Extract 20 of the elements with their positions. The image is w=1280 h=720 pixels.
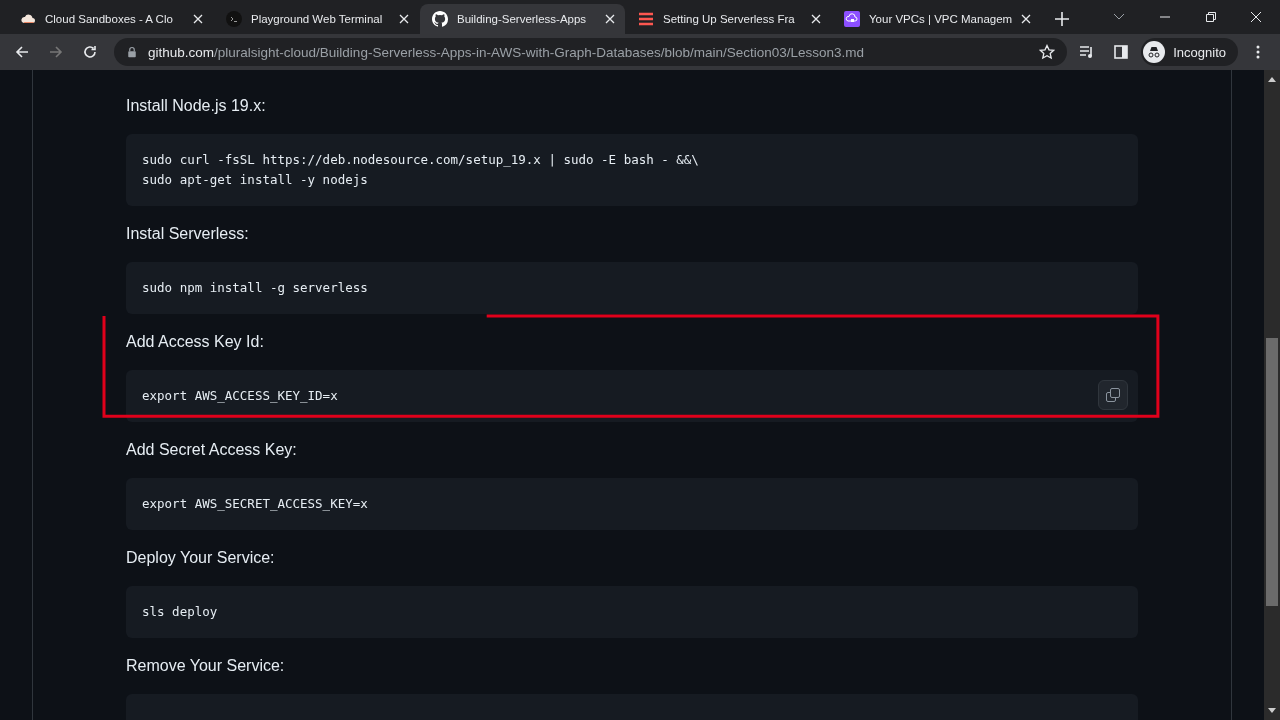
section-heading: Install Node.js 19.x: (126, 96, 267, 116)
browser-tab[interactable]: Your VPCs | VPC Managem (832, 4, 1042, 34)
code-line: sls deploy (142, 603, 218, 621)
profile-button[interactable]: Incognito (1141, 38, 1238, 66)
browser-tab[interactable]: Playground Web Terminal (214, 4, 419, 34)
browser-tab[interactable]: Setting Up Serverless Fra (626, 4, 831, 34)
browser-tab[interactable]: Cloud Sandboxes - A Clo (8, 4, 213, 34)
browser-tab[interactable]: Building-Serverless-Apps (420, 4, 625, 34)
section-heading: Remove Your Service: (126, 656, 286, 676)
code-line: export AWS_ACCESS_KEY_ID=x (142, 387, 338, 405)
address-field[interactable]: github.com/pluralsight-cloud/Building-Serverless-Apps-in-AWS-with-Graph-Databases/blob/main/Section03/Lesson3.md (114, 38, 1068, 66)
section-heading: Deploy Your Service: (126, 548, 276, 568)
url-text: github.com/pluralsight-cloud/Building-Serverless-Apps-in-AWS-with-Graph-Databases/blob/main/Section03/Lesson3.md (148, 44, 866, 60)
section-heading: Instal Serverless: (126, 224, 250, 244)
code-line: sudo npm install -g serverless (142, 279, 368, 297)
code-line: sudo apt-get install -y nodejs (142, 171, 368, 189)
section-heading: Add Access Key Id: (126, 332, 265, 352)
code-line: export AWS_SECRET_ACCESS_KEY=x (142, 495, 368, 513)
code-line: sudo curl -fsSL https://deb.nodesource.com/setup_19.x | sudo -E bash - &&\ (142, 151, 699, 169)
section-heading: Add Secret Access Key: (126, 440, 298, 460)
